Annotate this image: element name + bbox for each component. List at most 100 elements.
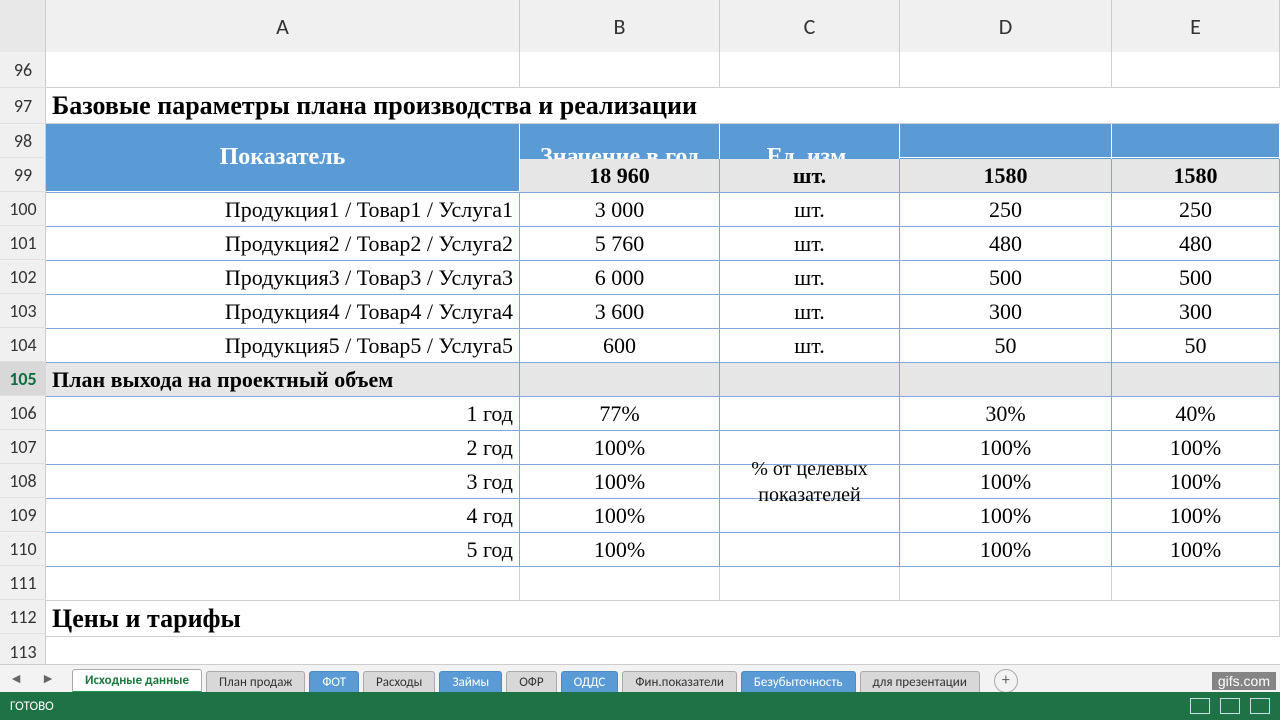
year-label[interactable]: 5 год: [46, 533, 520, 566]
year-e[interactable]: 100%: [1112, 533, 1280, 566]
year-label[interactable]: 1 год: [46, 397, 520, 430]
col-header-C[interactable]: C: [720, 0, 900, 52]
product-unit[interactable]: шт.: [720, 329, 900, 362]
sheet-tab[interactable]: Безубыточность: [741, 671, 856, 693]
year-d[interactable]: 100%: [900, 533, 1112, 566]
target-m2[interactable]: 1580: [1112, 159, 1280, 192]
tabs-prev-icon[interactable]: ◄: [0, 665, 32, 693]
row-header[interactable]: 96: [0, 52, 46, 88]
cell[interactable]: [46, 52, 520, 87]
product-m2[interactable]: 480: [1112, 227, 1280, 260]
row-header[interactable]: 111: [0, 566, 46, 600]
product-value[interactable]: 5 760: [520, 227, 720, 260]
product-unit[interactable]: шт.: [720, 193, 900, 226]
sheet-tab[interactable]: Займы: [439, 671, 502, 693]
year-label[interactable]: 2 год: [46, 431, 520, 464]
cell[interactable]: [1112, 567, 1280, 600]
row-header[interactable]: 112: [0, 600, 46, 634]
product-m1[interactable]: 480: [900, 227, 1112, 260]
tabs-next-icon[interactable]: ►: [32, 665, 64, 693]
row-header[interactable]: 98: [0, 124, 46, 158]
cell[interactable]: [900, 52, 1112, 87]
row-header[interactable]: 100: [0, 192, 46, 226]
header-blank-e[interactable]: [1112, 124, 1280, 158]
year-label[interactable]: 3 год: [46, 465, 520, 498]
view-pagebreak-icon[interactable]: [1250, 698, 1270, 714]
product-value[interactable]: 3 000: [520, 193, 720, 226]
product-m2[interactable]: 300: [1112, 295, 1280, 328]
year-b[interactable]: 100%: [520, 499, 720, 532]
sheet-tab[interactable]: ОДДС: [561, 671, 619, 693]
row-header[interactable]: 109: [0, 498, 46, 532]
cell[interactable]: [720, 567, 900, 600]
row-header[interactable]: 107: [0, 430, 46, 464]
product-value[interactable]: 3 600: [520, 295, 720, 328]
product-value[interactable]: 600: [520, 329, 720, 362]
row-header[interactable]: 108: [0, 464, 46, 498]
cell[interactable]: [900, 363, 1112, 396]
target-m1[interactable]: 1580: [900, 159, 1112, 192]
product-m2[interactable]: 50: [1112, 329, 1280, 362]
year-e[interactable]: 100%: [1112, 499, 1280, 532]
col-header-D[interactable]: D: [900, 0, 1112, 52]
product-label[interactable]: Продукция2 / Товар2 / Услуга2: [46, 227, 520, 260]
product-m1[interactable]: 300: [900, 295, 1112, 328]
cell[interactable]: [520, 363, 720, 396]
cell[interactable]: [520, 52, 720, 87]
select-all-corner[interactable]: [0, 0, 46, 52]
cell[interactable]: [720, 363, 900, 396]
product-label[interactable]: Продукция1 / Товар1 / Услуга1: [46, 193, 520, 226]
product-unit[interactable]: шт.: [720, 227, 900, 260]
product-label[interactable]: Продукция5 / Товар5 / Услуга5: [46, 329, 520, 362]
year-d[interactable]: 100%: [900, 465, 1112, 498]
cell[interactable]: [1112, 363, 1280, 396]
col-header-E[interactable]: E: [1112, 0, 1280, 52]
product-m2[interactable]: 500: [1112, 261, 1280, 294]
year-b[interactable]: 100%: [520, 431, 720, 464]
year-b[interactable]: 100%: [520, 533, 720, 566]
sheet-tab[interactable]: ОФР: [506, 671, 556, 693]
product-unit[interactable]: шт.: [720, 295, 900, 328]
row-header[interactable]: 97: [0, 88, 46, 124]
cell[interactable]: [720, 52, 900, 87]
sheet-tab[interactable]: Исходные данные: [72, 669, 202, 693]
add-sheet-icon[interactable]: +: [994, 669, 1018, 693]
year-e[interactable]: 100%: [1112, 465, 1280, 498]
year-b[interactable]: 100%: [520, 465, 720, 498]
year-d[interactable]: 100%: [900, 499, 1112, 532]
product-label[interactable]: Продукция3 / Товар3 / Услуга3: [46, 261, 520, 294]
year-b[interactable]: 77%: [520, 397, 720, 430]
cell[interactable]: [1112, 52, 1280, 87]
sheet-tab[interactable]: Фин.показатели: [622, 671, 737, 693]
year-d[interactable]: 100%: [900, 431, 1112, 464]
product-m1[interactable]: 50: [900, 329, 1112, 362]
row-header[interactable]: 106: [0, 396, 46, 430]
target-value[interactable]: 18 960: [520, 159, 720, 192]
cell[interactable]: [520, 567, 720, 600]
header-indicator[interactable]: Показатель: [46, 124, 520, 192]
row-header[interactable]: 102: [0, 260, 46, 294]
row-header[interactable]: 104: [0, 328, 46, 362]
product-unit[interactable]: шт.: [720, 261, 900, 294]
sheet-tab[interactable]: План продаж: [206, 671, 305, 693]
header-blank-d[interactable]: [900, 124, 1112, 158]
sheet-tab[interactable]: для презентации: [860, 671, 980, 693]
row-header[interactable]: 101: [0, 226, 46, 260]
view-normal-icon[interactable]: [1190, 698, 1210, 714]
view-layout-icon[interactable]: [1220, 698, 1240, 714]
year-label[interactable]: 4 год: [46, 499, 520, 532]
year-d[interactable]: 30%: [900, 397, 1112, 430]
sheet-tab[interactable]: Расходы: [363, 671, 435, 693]
row-header-selected[interactable]: 105: [0, 362, 46, 396]
product-value[interactable]: 6 000: [520, 261, 720, 294]
product-m1[interactable]: 250: [900, 193, 1112, 226]
target-unit[interactable]: шт.: [720, 159, 900, 192]
cell[interactable]: [900, 567, 1112, 600]
cell[interactable]: [46, 567, 520, 600]
row-header[interactable]: 110: [0, 532, 46, 566]
year-e[interactable]: 100%: [1112, 431, 1280, 464]
product-m2[interactable]: 250: [1112, 193, 1280, 226]
plan-header[interactable]: План выхода на проектный объем: [46, 363, 520, 396]
row-header[interactable]: 103: [0, 294, 46, 328]
product-label[interactable]: Продукция4 / Товар4 / Услуга4: [46, 295, 520, 328]
